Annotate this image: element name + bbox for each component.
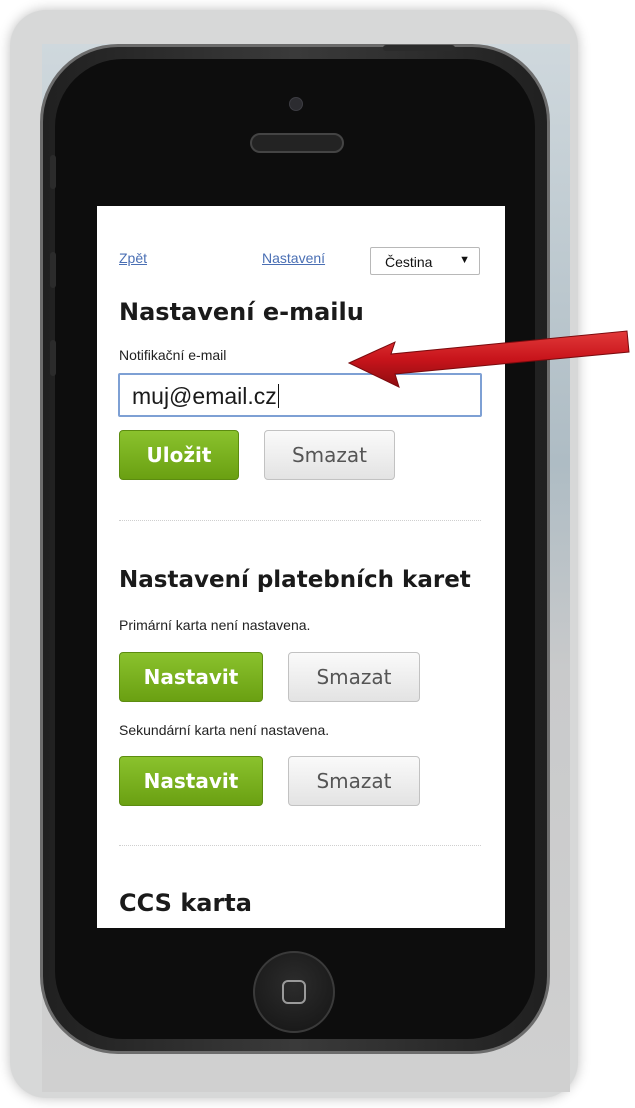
set-secondary-card-button[interactable]: Nastavit: [119, 756, 263, 806]
volume-down-button: [50, 340, 56, 376]
payment-cards-section-title: Nastavení platebních karet: [119, 567, 471, 593]
section-divider: [119, 520, 481, 521]
save-email-button[interactable]: Uložit: [119, 430, 239, 480]
notification-email-value: muj@email.cz: [132, 383, 279, 409]
secondary-card-status: Sekundární karta není nastavena.: [119, 722, 330, 738]
power-button: [383, 45, 455, 51]
delete-secondary-card-button[interactable]: Smazat: [288, 756, 420, 806]
notification-email-label: Notifikační e-mail: [119, 347, 227, 363]
language-select[interactable]: Čestina ▼: [370, 247, 480, 275]
section-divider: [119, 845, 481, 846]
volume-up-button: [50, 252, 56, 288]
delete-primary-card-button[interactable]: Smazat: [288, 652, 420, 702]
primary-card-status: Primární karta není nastavena.: [119, 617, 311, 633]
ccs-card-section-title: CCS karta: [119, 889, 252, 917]
mute-switch: [50, 155, 56, 189]
settings-link[interactable]: Nastavení: [262, 250, 325, 266]
delete-email-button[interactable]: Smazat: [264, 430, 395, 480]
notification-email-field[interactable]: muj@email.cz: [118, 373, 482, 417]
email-section-title: Nastavení e-mailu: [119, 298, 364, 326]
top-navigation: Zpět Nastavení Čestina ▼: [119, 247, 481, 279]
earpiece-speaker: [250, 133, 344, 153]
home-square-icon: [282, 980, 306, 1004]
phone-screen: Zpět Nastavení Čestina ▼ Nastavení e-mai…: [97, 206, 505, 928]
chevron-down-icon: ▼: [459, 254, 470, 266]
home-button[interactable]: [253, 951, 335, 1033]
back-link[interactable]: Zpět: [119, 250, 147, 266]
front-camera: [289, 97, 303, 111]
set-primary-card-button[interactable]: Nastavit: [119, 652, 263, 702]
language-select-value: Čestina: [385, 254, 433, 270]
